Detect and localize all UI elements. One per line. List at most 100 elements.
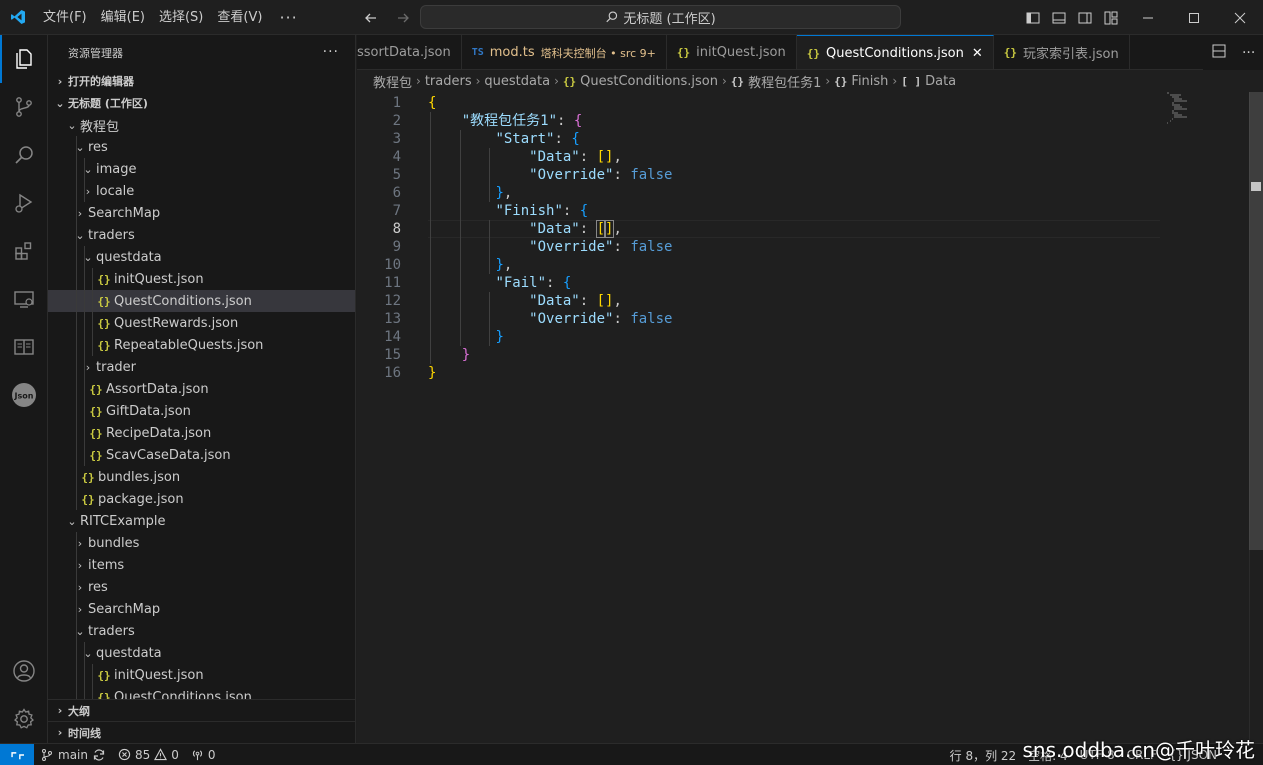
code-line[interactable]: 15 }	[357, 346, 1157, 364]
tree-folder[interactable]: ⌄ traders	[48, 620, 355, 642]
open-editors-section[interactable]: › 打开的编辑器	[48, 70, 355, 92]
extensions-icon[interactable]	[0, 227, 48, 275]
code-line[interactable]: 7 "Finish": {	[357, 202, 1157, 220]
json-extension-icon[interactable]: Json	[0, 371, 48, 419]
menu-item[interactable]: 选择(S)	[152, 0, 210, 35]
tree-folder[interactable]: › trader	[48, 356, 355, 378]
account-icon[interactable]	[0, 647, 48, 695]
tree-folder[interactable]: ⌄ image	[48, 158, 355, 180]
outline-section[interactable]: › 大纲	[48, 699, 355, 721]
close-window-icon[interactable]	[1217, 0, 1263, 35]
menu-item[interactable]: 文件(F)	[36, 0, 94, 35]
problems-status[interactable]: 85 0	[112, 748, 185, 762]
chevron-down-icon: ⌄	[75, 140, 85, 154]
vscode-logo-icon[interactable]	[0, 0, 36, 35]
code-line[interactable]: 10 },	[357, 256, 1157, 274]
breadcrumb-item[interactable]: traders	[425, 74, 472, 89]
code-line[interactable]: 3 "Start": {	[357, 130, 1157, 148]
remote-explorer-icon[interactable]	[0, 275, 48, 323]
run-debug-icon[interactable]	[0, 179, 48, 227]
indent-guide	[76, 202, 77, 224]
explorer-more-actions-button[interactable]: ···	[323, 44, 339, 60]
breadcrumb-item[interactable]: Finish	[851, 74, 888, 89]
code-line[interactable]: 13 "Override": false	[357, 310, 1157, 328]
tree-file[interactable]: {} GiftData.json	[48, 400, 355, 422]
forward-arrow-icon[interactable]	[392, 7, 414, 29]
tree-file[interactable]: {} initQuest.json	[48, 268, 355, 290]
explorer-icon[interactable]	[0, 35, 48, 83]
code-line[interactable]: 9 "Override": false	[357, 238, 1157, 256]
tree-file[interactable]: {} RecipeData.json	[48, 422, 355, 444]
customize-layout-icon[interactable]	[1100, 7, 1122, 29]
book-icon[interactable]	[0, 323, 48, 371]
tree-file[interactable]: {} initQuest.json	[48, 664, 355, 686]
tree-file[interactable]: {} AssortData.json	[48, 378, 355, 400]
tree-file[interactable]: {} QuestConditions.json	[48, 290, 355, 312]
toggle-primary-sidebar-icon[interactable]	[1022, 7, 1044, 29]
code-line[interactable]: 6 },	[357, 184, 1157, 202]
ports-status[interactable]: 0	[185, 748, 222, 762]
minimap[interactable]	[1167, 92, 1247, 132]
settings-gear-icon[interactable]	[0, 695, 48, 743]
toggle-secondary-sidebar-icon[interactable]	[1074, 7, 1096, 29]
tree-folder[interactable]: ⌄ questdata	[48, 246, 355, 268]
remote-indicator-icon[interactable]	[0, 743, 34, 765]
menu-item[interactable]: 查看(V)	[210, 0, 269, 35]
command-center[interactable]: 无标题 (工作区)	[420, 5, 901, 29]
breadcrumb-item[interactable]: 教程包任务1	[748, 72, 821, 91]
tree-folder[interactable]: ⌄ res	[48, 136, 355, 158]
back-arrow-icon[interactable]	[360, 7, 382, 29]
tree-folder[interactable]: ⌄ 教程包	[48, 114, 355, 136]
branch-status[interactable]: main	[34, 748, 112, 762]
tree-folder[interactable]: › items	[48, 554, 355, 576]
code-line[interactable]: 16}	[357, 364, 1157, 382]
breadcrumb-item[interactable]: Data	[925, 74, 956, 89]
code-line[interactable]: 8 "Data": [],	[357, 220, 1157, 238]
code-line[interactable]: 5 "Override": false	[357, 166, 1157, 184]
menu-item[interactable]: 编辑(E)	[94, 0, 152, 35]
split-editor-icon[interactable]	[1211, 43, 1227, 63]
editor-tab[interactable]: {} initQuest.json	[667, 35, 797, 69]
tree-folder[interactable]: › SearchMap	[48, 598, 355, 620]
breadcrumb-item[interactable]: QuestConditions.json	[580, 74, 718, 89]
breadcrumb-item[interactable]: 教程包	[373, 72, 412, 91]
tree-folder[interactable]: › SearchMap	[48, 202, 355, 224]
scrollbar-thumb[interactable]	[1249, 92, 1263, 550]
maximize-icon[interactable]	[1171, 0, 1217, 35]
tree-file[interactable]: {} QuestRewards.json	[48, 312, 355, 334]
search-icon[interactable]	[0, 131, 48, 179]
close-tab-icon[interactable]: ✕	[972, 46, 983, 61]
tree-folder[interactable]: ⌄ traders	[48, 224, 355, 246]
tree-folder[interactable]: ⌄ questdata	[48, 642, 355, 664]
code-line[interactable]: 14 }	[357, 328, 1157, 346]
vertical-scrollbar[interactable]	[1249, 92, 1263, 743]
code-line[interactable]: 1{	[357, 94, 1157, 112]
code-line[interactable]: 12 "Data": [],	[357, 292, 1157, 310]
json-file-icon: {}	[89, 448, 103, 462]
code-line[interactable]: 2 "教程包任务1": {	[357, 112, 1157, 130]
tree-folder[interactable]: ⌄ RITCExample	[48, 510, 355, 532]
minimize-icon[interactable]	[1125, 0, 1171, 35]
editor-tab[interactable]: ssortData.json	[357, 35, 462, 69]
source-control-icon[interactable]	[0, 83, 48, 131]
workspace-section[interactable]: ⌄ 无标题 (工作区)	[48, 92, 355, 114]
tree-file[interactable]: {} bundles.json	[48, 466, 355, 488]
editor-tab[interactable]: {} QuestConditions.json ✕	[796, 35, 994, 69]
toggle-panel-icon[interactable]	[1048, 7, 1070, 29]
code-editor[interactable]: 1{2 "教程包任务1": {3 "Start": {4 "Data": [],…	[357, 92, 1263, 743]
tree-folder[interactable]: › res	[48, 576, 355, 598]
code-line[interactable]: 11 "Fail": {	[357, 274, 1157, 292]
tree-file[interactable]: {} RepeatableQuests.json	[48, 334, 355, 356]
editor-tab[interactable]: TS mod.ts 塔科夫控制台 • src 9+	[462, 35, 667, 69]
tree-file[interactable]: {} ScavCaseData.json	[48, 444, 355, 466]
code-line[interactable]: 4 "Data": [],	[357, 148, 1157, 166]
more-menu-button[interactable]: ···	[269, 8, 307, 27]
tree-folder[interactable]: › locale	[48, 180, 355, 202]
more-actions-icon[interactable]: ···	[1242, 45, 1255, 61]
editor-tab[interactable]: {} 玩家索引表.json	[994, 35, 1130, 69]
timeline-section[interactable]: › 时间线	[48, 721, 355, 743]
tree-file[interactable]: {} package.json	[48, 488, 355, 510]
breadcrumb-item[interactable]: questdata	[484, 74, 550, 89]
cursor-position[interactable]: 行 8，列 22	[944, 747, 1023, 764]
tree-folder[interactable]: › bundles	[48, 532, 355, 554]
